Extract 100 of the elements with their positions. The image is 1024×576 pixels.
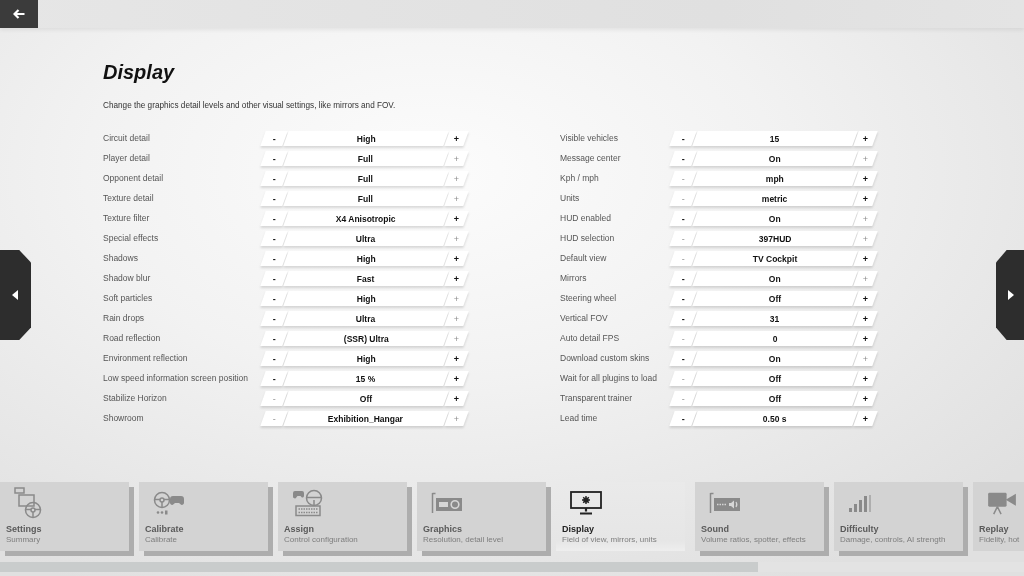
decrease-button[interactable]: - bbox=[260, 210, 288, 226]
sound-card-icon bbox=[709, 492, 741, 514]
setting-label: Visible vehicles bbox=[560, 133, 618, 143]
increase-button[interactable]: + bbox=[444, 250, 469, 266]
decrease-button[interactable]: - bbox=[260, 310, 288, 326]
setting-label: Texture filter bbox=[103, 213, 150, 223]
setting-label: Opponent detail bbox=[103, 173, 164, 183]
setting-value: Off bbox=[283, 390, 449, 406]
setting-value: metric bbox=[692, 190, 858, 206]
setting-value: (SSR) Ultra bbox=[283, 330, 449, 346]
setting-label: Vertical FOV bbox=[560, 313, 608, 323]
nav-tab[interactable]: Replay Fidelity, hot bbox=[973, 482, 1024, 551]
setting-value: 15 % bbox=[283, 370, 449, 386]
increase-button[interactable]: + bbox=[853, 370, 878, 386]
setting-value: 0.50 s bbox=[692, 410, 858, 426]
increase-button[interactable]: + bbox=[444, 390, 469, 406]
setting-label: Message center bbox=[560, 153, 621, 163]
decrease-button[interactable]: - bbox=[260, 190, 288, 206]
decrease-button[interactable]: - bbox=[260, 330, 288, 346]
decrease-button[interactable]: - bbox=[260, 170, 288, 186]
setting-value: High bbox=[283, 350, 449, 366]
setting-value: TV Cockpit bbox=[692, 250, 858, 266]
decrease-button[interactable]: - bbox=[260, 270, 288, 286]
setting-value: 15 bbox=[692, 130, 858, 146]
increase-button[interactable]: + bbox=[444, 210, 469, 226]
setting-value: High bbox=[283, 130, 449, 146]
setting-value: X4 Anisotropic bbox=[283, 210, 449, 226]
caret-right-icon bbox=[1008, 290, 1014, 300]
setting-value: Off bbox=[692, 390, 858, 406]
setting-value: High bbox=[283, 290, 449, 306]
increase-button[interactable]: + bbox=[853, 390, 878, 406]
decrease-button[interactable]: - bbox=[669, 290, 697, 306]
decrease-button[interactable]: - bbox=[260, 350, 288, 366]
next-page-button[interactable] bbox=[996, 250, 1024, 340]
increase-button[interactable]: + bbox=[853, 290, 878, 306]
setting-label: Circuit detail bbox=[103, 133, 150, 143]
increase-button[interactable]: + bbox=[853, 130, 878, 146]
setting-value: Exhibition_Hangar bbox=[283, 410, 449, 426]
setting-value: Full bbox=[283, 190, 449, 206]
increase-button[interactable]: + bbox=[853, 250, 878, 266]
graphics-card-icon bbox=[431, 492, 463, 514]
setting-label: Lead time bbox=[560, 413, 598, 423]
caret-left-icon bbox=[11, 290, 18, 300]
decrease-button[interactable]: - bbox=[260, 150, 288, 166]
increase-button[interactable]: + bbox=[444, 350, 469, 366]
decrease-button[interactable]: - bbox=[669, 350, 697, 366]
setting-label: Transparent trainer bbox=[560, 393, 632, 403]
decrease-button[interactable]: - bbox=[669, 310, 697, 326]
setting-label: Low speed information screen position bbox=[103, 373, 249, 383]
decrease-button[interactable]: - bbox=[260, 130, 288, 146]
decrease-button[interactable]: - bbox=[669, 410, 697, 426]
decrease-button[interactable]: - bbox=[669, 150, 697, 166]
page-description: Change the graphics detail levels and other visual settings, like mirrors and FOV. bbox=[103, 100, 396, 112]
scrollbar-thumb[interactable] bbox=[0, 562, 758, 572]
setting-label: Shadow blur bbox=[103, 273, 151, 283]
setting-label: Mirrors bbox=[560, 273, 587, 283]
monitor-gear-icon bbox=[570, 491, 602, 515]
setting-value: Full bbox=[283, 150, 449, 166]
setting-label: Soft particles bbox=[103, 293, 153, 303]
setting-label: Special effects bbox=[103, 233, 159, 243]
decrease-button[interactable]: - bbox=[260, 230, 288, 246]
setting-value: High bbox=[283, 250, 449, 266]
increase-button[interactable]: + bbox=[853, 190, 878, 206]
wheel-gamepad-icon bbox=[153, 491, 185, 515]
monitor-wheel-icon bbox=[14, 487, 42, 519]
setting-value: Full bbox=[283, 170, 449, 186]
increase-button[interactable]: + bbox=[444, 370, 469, 386]
setting-label: Stabilize Horizon bbox=[103, 393, 167, 403]
setting-value: On bbox=[692, 270, 858, 286]
setting-value: On bbox=[692, 350, 858, 366]
back-button[interactable] bbox=[0, 0, 38, 28]
setting-value: Ultra bbox=[283, 230, 449, 246]
setting-value: 397HUD bbox=[692, 230, 858, 246]
setting-label: Steering wheel bbox=[560, 293, 617, 303]
decrease-button[interactable]: - bbox=[669, 270, 697, 286]
video-camera-icon bbox=[987, 491, 1017, 515]
setting-label: Showroom bbox=[103, 413, 144, 423]
decrease-button[interactable]: - bbox=[669, 130, 697, 146]
decrease-button[interactable]: - bbox=[260, 290, 288, 306]
increase-button[interactable]: + bbox=[853, 330, 878, 346]
increase-button[interactable]: + bbox=[853, 310, 878, 326]
setting-label: Kph / mph bbox=[560, 173, 599, 183]
setting-label: Auto detail FPS bbox=[560, 333, 620, 343]
increase-button[interactable]: + bbox=[444, 130, 469, 146]
setting-value: On bbox=[692, 210, 858, 226]
setting-label: Texture detail bbox=[103, 193, 154, 203]
setting-value: On bbox=[692, 150, 858, 166]
decrease-button[interactable]: - bbox=[669, 210, 697, 226]
setting-label: Player detail bbox=[103, 153, 150, 163]
increase-button[interactable]: + bbox=[853, 170, 878, 186]
decrease-button[interactable]: - bbox=[260, 370, 288, 386]
decrease-button[interactable]: - bbox=[260, 250, 288, 266]
setting-value: mph bbox=[692, 170, 858, 186]
increase-button[interactable]: + bbox=[444, 270, 469, 286]
arrow-left-icon bbox=[13, 9, 25, 19]
setting-value: 0 bbox=[692, 330, 858, 346]
signal-bars-icon bbox=[848, 494, 872, 512]
setting-label: HUD enabled bbox=[560, 213, 612, 223]
previous-page-button[interactable] bbox=[0, 250, 31, 340]
increase-button[interactable]: + bbox=[853, 410, 878, 426]
